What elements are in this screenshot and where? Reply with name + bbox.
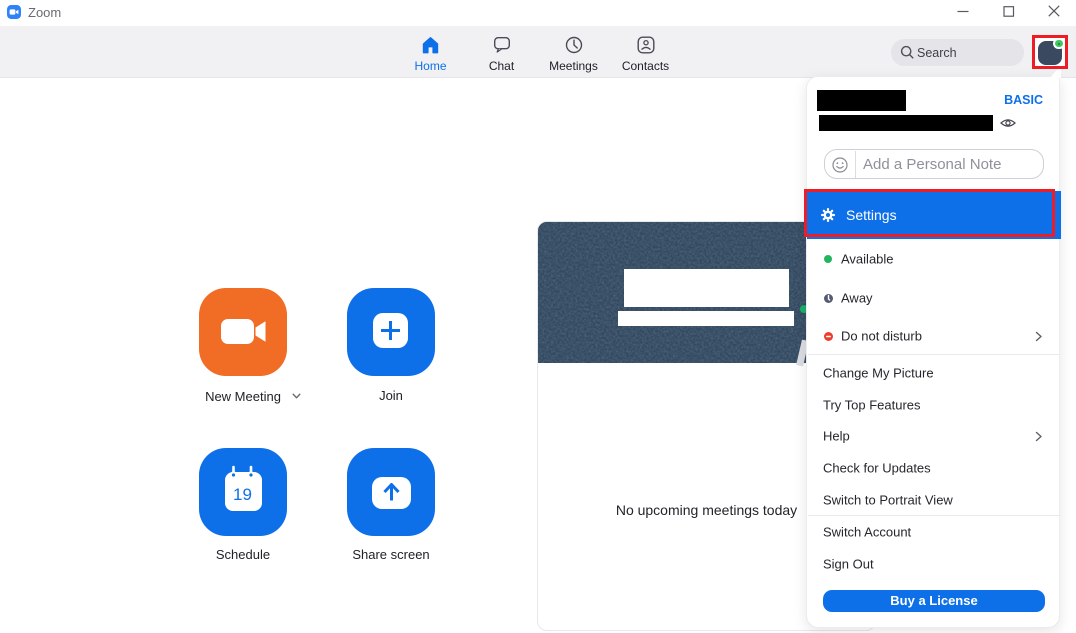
svg-text:19: 19 bbox=[233, 485, 252, 504]
